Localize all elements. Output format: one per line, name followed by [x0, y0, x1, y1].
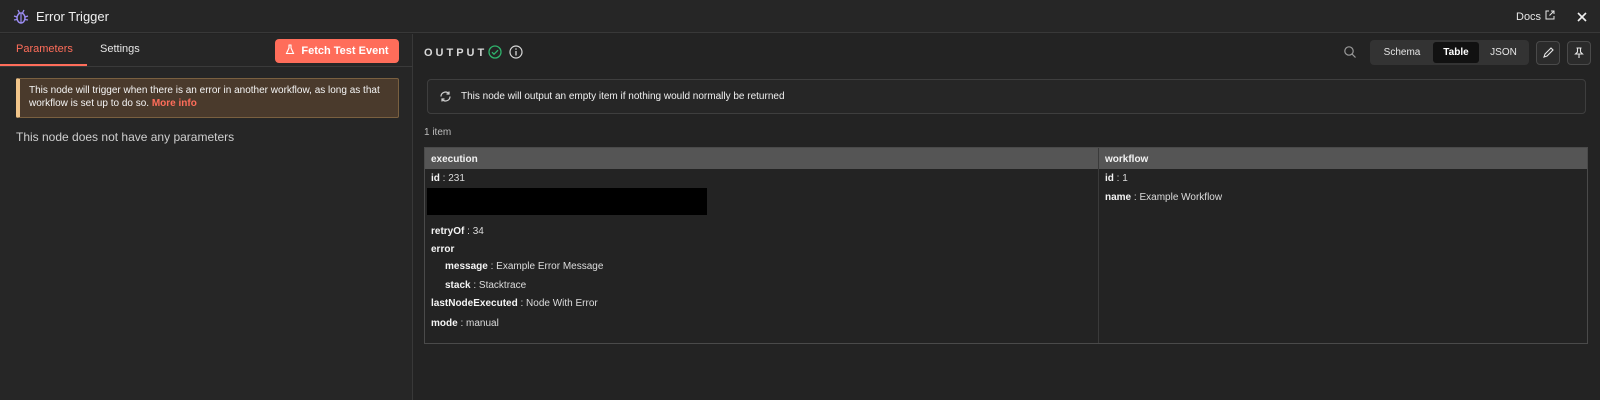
redacted-area: [427, 188, 707, 215]
column-header-execution: execution: [425, 148, 1098, 169]
empty-output-text: This node will output an empty item if n…: [461, 91, 785, 102]
docs-label: Docs: [1516, 10, 1542, 23]
key-label: mode: [431, 318, 458, 329]
table-cell-error-stack[interactable]: stack : Stacktrace: [445, 280, 526, 291]
item-count: 1 item: [424, 127, 452, 138]
table-cell-workflow-name[interactable]: name : Example Workflow: [1105, 192, 1222, 203]
key-label: id: [1105, 173, 1114, 184]
info-icon[interactable]: [509, 45, 523, 59]
column-divider: [1098, 169, 1099, 343]
key-label: lastNodeExecuted: [431, 298, 518, 309]
success-check-icon: [488, 45, 502, 59]
docs-link[interactable]: Docs: [1516, 10, 1555, 23]
table-cell-execution-retryof[interactable]: retryOf : 34: [431, 226, 484, 237]
view-mode-switch: Schema Table JSON: [1370, 40, 1529, 65]
key-label: name: [1105, 192, 1132, 203]
table-cell-execution-id[interactable]: id : 231: [431, 173, 465, 184]
no-parameters-message: This node does not have any parameters: [16, 130, 235, 144]
table-cell-execution-mode[interactable]: mode : manual: [431, 318, 499, 329]
external-link-icon: [1545, 10, 1555, 23]
close-icon[interactable]: [1573, 8, 1591, 26]
output-table: execution workflow id : 231 retryOf : 34…: [424, 147, 1588, 344]
window-title: Error Trigger: [36, 9, 109, 24]
value-label: 1: [1122, 173, 1128, 184]
key-label: retryOf: [431, 226, 465, 237]
fetch-test-event-button[interactable]: Fetch Test Event: [275, 39, 399, 63]
more-info-link[interactable]: More info: [152, 98, 197, 109]
tab-parameters[interactable]: Parameters: [16, 43, 73, 55]
empty-output-notice: This node will output an empty item if n…: [427, 79, 1586, 114]
view-schema-button[interactable]: Schema: [1372, 42, 1432, 63]
value-label: 231: [448, 173, 465, 184]
table-cell-execution-error[interactable]: error: [431, 244, 454, 255]
value-label: Example Error Message: [496, 261, 604, 272]
key-label: stack: [445, 280, 471, 291]
tab-divider: [0, 66, 413, 67]
view-table-button[interactable]: Table: [1433, 42, 1479, 63]
key-label: id: [431, 173, 440, 184]
key-label: error: [431, 244, 455, 255]
key-label: message: [445, 261, 488, 272]
info-notice: This node will trigger when there is an …: [16, 78, 399, 118]
flask-icon: [285, 44, 295, 58]
refresh-icon: [439, 90, 452, 103]
output-heading: OUTPUT: [424, 47, 488, 59]
notice-text: This node will trigger when there is an …: [29, 85, 380, 109]
table-cell-execution-lastnode[interactable]: lastNodeExecuted : Node With Error: [431, 298, 598, 309]
tab-settings[interactable]: Settings: [100, 43, 140, 55]
active-tab-indicator: [0, 64, 87, 66]
view-json-button[interactable]: JSON: [1480, 42, 1527, 63]
value-label: Example Workflow: [1139, 192, 1223, 203]
value-label: Node With Error: [526, 298, 598, 309]
pin-data-button[interactable]: [1567, 41, 1591, 65]
column-header-workflow: workflow: [1098, 148, 1587, 169]
edit-output-button[interactable]: [1536, 41, 1560, 65]
search-icon[interactable]: [1343, 45, 1357, 59]
value-label: Stacktrace: [478, 280, 527, 291]
table-cell-error-message[interactable]: message : Example Error Message: [445, 261, 603, 272]
value-label: 34: [472, 226, 484, 237]
parameters-panel: Parameters Settings Fetch Test Event Thi…: [0, 34, 413, 400]
value-label: manual: [466, 318, 499, 329]
fetch-test-event-label: Fetch Test Event: [301, 45, 389, 57]
bug-icon: [12, 8, 30, 26]
table-cell-workflow-id[interactable]: id : 1: [1105, 173, 1128, 184]
title-bar: Error Trigger Docs: [0, 0, 1600, 33]
